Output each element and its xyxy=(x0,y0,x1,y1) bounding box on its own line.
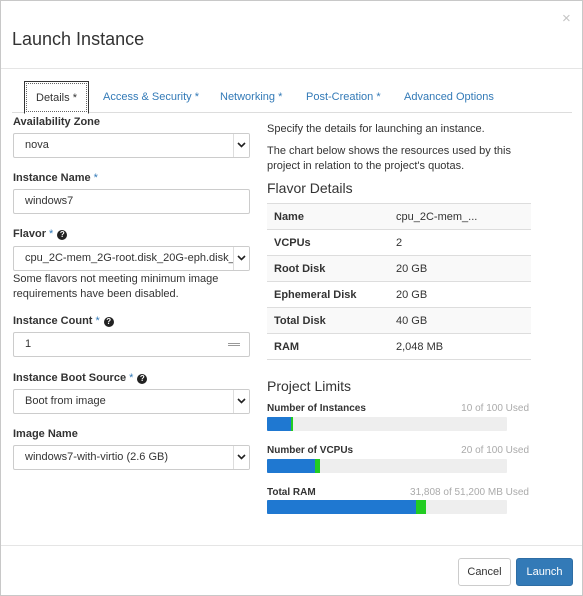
limit-ram-used: 31,808 of 51,200 MB Used xyxy=(410,487,529,498)
image-name-value: windows7-with-virtio (2.6 GB) xyxy=(25,451,169,463)
availability-zone-label-text: Availability Zone xyxy=(13,116,101,128)
tab-access-security[interactable]: Access & Security * xyxy=(103,81,199,113)
required-marker: * xyxy=(376,91,381,103)
row-key: RAM xyxy=(274,341,300,353)
row-key: Root Disk xyxy=(274,263,326,275)
flavor-details-table: Name cpu_2C-mem_... VCPUs 2 Root Disk 20… xyxy=(267,203,531,360)
limit-instances-label: Number of Instances xyxy=(267,403,366,414)
project-limits-title: Project Limits xyxy=(267,378,352,394)
added-portion xyxy=(315,459,320,473)
availability-zone-label: Availability Zone xyxy=(13,116,100,128)
row-key: Name xyxy=(274,211,304,223)
required-marker: * xyxy=(95,315,100,327)
instance-name-label: Instance Name * xyxy=(13,172,98,184)
table-row: RAM 2,048 MB xyxy=(267,334,531,360)
instance-count-label: Instance Count *? xyxy=(13,315,114,327)
tab-networking[interactable]: Networking * xyxy=(220,81,282,113)
row-value: 40 GB xyxy=(396,315,428,327)
limit-vcpus-label: Number of VCPUs xyxy=(267,445,354,456)
image-name-select[interactable]: windows7-with-virtio (2.6 GB) xyxy=(13,445,250,470)
row-value: 2 xyxy=(396,237,403,249)
wizard-tabs: Details * Access & Security * Networking… xyxy=(12,81,572,114)
added-portion xyxy=(416,500,426,514)
boot-source-label: Instance Boot Source *? xyxy=(13,372,148,384)
chart-note-text: The chart below shows the resources used… xyxy=(267,145,511,172)
limit-instances-bar xyxy=(267,417,507,431)
limit-ram-bar xyxy=(267,500,507,514)
availability-zone-select[interactable]: nova xyxy=(13,133,250,158)
help-icon[interactable]: ? xyxy=(103,317,114,327)
required-marker: * xyxy=(93,172,98,184)
required-marker: * xyxy=(72,92,77,104)
instance-count-value: 1 xyxy=(25,338,32,350)
flavor-value: cpu_2C-mem_2G-root.disk_20G-eph.disk_ xyxy=(25,252,235,264)
help-icon[interactable]: ? xyxy=(57,230,68,240)
used-portion xyxy=(267,500,417,514)
modal-footer: Cancel Launch xyxy=(1,545,582,596)
tab-details-label: Details xyxy=(36,92,70,104)
limit-vcpus-bar xyxy=(267,459,507,473)
tab-networking-label: Networking xyxy=(220,91,276,103)
chevron-down-icon xyxy=(233,247,249,270)
tab-post-creation[interactable]: Post-Creation * xyxy=(306,81,381,113)
row-value: 20 GB xyxy=(396,263,428,275)
limit-ram-label: Total RAM xyxy=(267,487,316,498)
modal-title: Launch Instance xyxy=(12,29,145,49)
flavor-label: Flavor *? xyxy=(13,228,68,240)
required-marker: * xyxy=(278,91,283,103)
cancel-button[interactable]: Cancel xyxy=(458,558,511,586)
row-key: Ephemeral Disk xyxy=(274,289,357,301)
close-icon[interactable]: × xyxy=(562,11,571,26)
chevron-down-icon xyxy=(233,134,249,157)
tab-access-security-label: Access & Security xyxy=(103,91,192,103)
tab-advanced-options[interactable]: Advanced Options xyxy=(404,81,494,113)
launch-instance-modal: Launch Instance × Details * Access & Sec… xyxy=(0,0,583,596)
boot-source-label-text: Instance Boot Source xyxy=(13,372,127,384)
row-value: cpu_2C-mem_... xyxy=(396,211,478,223)
image-name-label-text: Image Name xyxy=(13,428,78,440)
boot-source-select[interactable]: Boot from image xyxy=(13,389,250,414)
required-marker: * xyxy=(194,91,199,103)
availability-zone-value: nova xyxy=(25,139,49,151)
instance-count-stepper[interactable]: 1 xyxy=(13,332,250,357)
table-row: Root Disk 20 GB xyxy=(267,256,531,282)
flavor-label-text: Flavor xyxy=(13,228,47,240)
row-key: Total Disk xyxy=(274,315,326,327)
flavor-details-title: Flavor Details xyxy=(267,180,353,196)
limit-instances-used: 10 of 100 Used xyxy=(461,403,529,414)
added-portion xyxy=(291,417,294,431)
modal-header: Launch Instance × xyxy=(1,1,582,69)
used-portion xyxy=(267,459,315,473)
required-marker: * xyxy=(129,372,134,384)
instance-name-value: windows7 xyxy=(25,195,74,207)
table-row: Total Disk 40 GB xyxy=(267,308,531,334)
flavor-note: Some flavors not meeting minimum image r… xyxy=(13,273,219,300)
tab-details[interactable]: Details * xyxy=(24,81,89,114)
used-portion xyxy=(267,417,291,431)
row-value: 2,048 MB xyxy=(396,341,444,353)
specify-text: Specify the details for launching an ins… xyxy=(267,123,485,135)
table-row: Name cpu_2C-mem_... xyxy=(267,204,531,230)
limit-vcpus-used: 20 of 100 Used xyxy=(461,445,529,456)
flavor-select[interactable]: cpu_2C-mem_2G-root.disk_20G-eph.disk_ xyxy=(13,246,250,271)
table-row: Ephemeral Disk 20 GB xyxy=(267,282,531,308)
instance-name-label-text: Instance Name xyxy=(13,172,91,184)
instance-name-input[interactable]: windows7 xyxy=(13,189,250,214)
required-marker: * xyxy=(49,228,54,240)
boot-source-value: Boot from image xyxy=(25,395,106,407)
instance-count-label-text: Instance Count xyxy=(13,315,93,327)
table-row: VCPUs 2 xyxy=(267,230,531,256)
spinner-icon[interactable] xyxy=(228,343,240,346)
help-icon[interactable]: ? xyxy=(137,374,148,384)
tab-advanced-options-label: Advanced Options xyxy=(404,91,494,103)
tab-post-creation-label: Post-Creation xyxy=(306,91,374,103)
launch-button[interactable]: Launch xyxy=(516,558,573,586)
chevron-down-icon xyxy=(233,390,249,413)
chevron-down-icon xyxy=(233,446,249,469)
image-name-label: Image Name xyxy=(13,428,78,440)
row-key: VCPUs xyxy=(274,237,311,249)
row-value: 20 GB xyxy=(396,289,428,301)
